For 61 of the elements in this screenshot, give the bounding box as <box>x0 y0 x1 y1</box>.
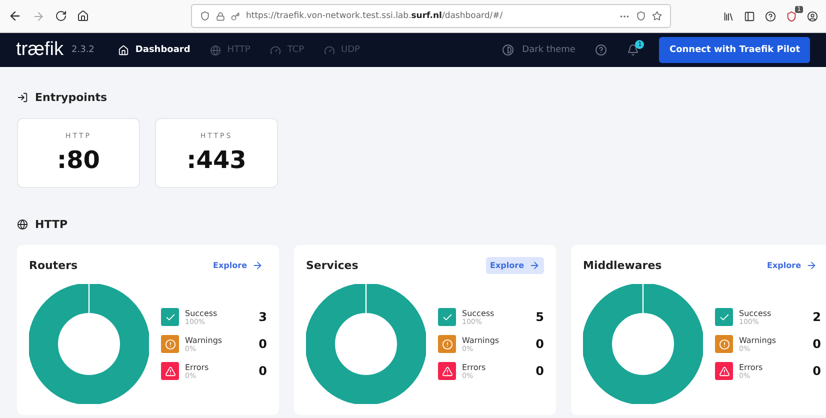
home-icon[interactable] <box>77 10 89 22</box>
gauge-icon <box>270 44 282 56</box>
exclamation-icon <box>438 335 456 353</box>
arrow-right-icon <box>252 260 263 271</box>
globe-icon <box>17 219 28 230</box>
address-bar[interactable]: https://traefik.von-network.test.ssi.lab.surf.nl/dashboard/#/ <box>191 4 671 28</box>
stat-count: 0 <box>812 337 821 351</box>
entrypoint-port: :443 <box>186 146 246 174</box>
globe-icon <box>210 44 222 56</box>
section-title: Entrypoints <box>35 91 108 104</box>
stat-count: 0 <box>258 337 267 351</box>
stat-label: Warnings <box>185 336 224 344</box>
stat-count: 2 <box>812 310 821 324</box>
stat-count: 0 <box>812 364 821 378</box>
star-icon[interactable] <box>652 11 662 21</box>
entrypoint-port: :80 <box>57 146 100 174</box>
stat-label: Warnings <box>462 336 500 344</box>
back-icon[interactable] <box>8 9 22 23</box>
stat-label: Success <box>739 308 772 318</box>
exclamation-icon <box>161 335 179 353</box>
bell-icon[interactable] <box>627 44 640 56</box>
key-icon <box>231 12 240 20</box>
card-title: Routers <box>29 259 78 272</box>
gauge-icon <box>324 44 336 56</box>
account-icon[interactable] <box>807 10 818 22</box>
stat-label: Success <box>462 308 496 318</box>
stat-count: 0 <box>536 337 544 351</box>
stat-label: Errors <box>185 362 210 372</box>
stat-label: Success <box>185 308 218 318</box>
stat-count: 0 <box>258 364 267 378</box>
theme-toggle[interactable]: Dark theme <box>502 44 576 56</box>
arrow-right-icon <box>806 260 817 271</box>
check-icon <box>715 308 733 326</box>
arrow-right-icon <box>529 260 540 271</box>
check-icon <box>438 308 456 326</box>
contrast-icon <box>502 44 514 56</box>
stat-label: Errors <box>462 362 487 372</box>
card-title: Services <box>306 259 358 272</box>
pilot-button[interactable]: Connect with Traefik Pilot <box>659 37 810 63</box>
card-title: Middlewares <box>583 259 662 272</box>
library-icon[interactable] <box>723 10 734 22</box>
shield-icon[interactable] <box>786 10 797 22</box>
stat-count: 3 <box>258 310 267 324</box>
help-icon[interactable] <box>595 44 608 56</box>
entrypoint-icon <box>17 92 28 103</box>
stat-count: 0 <box>536 364 544 378</box>
sidebar-icon[interactable] <box>744 10 755 22</box>
home-icon <box>118 44 130 56</box>
reload-icon[interactable] <box>55 10 67 22</box>
nav-link[interactable]: Dashboard <box>118 44 190 56</box>
stat-label: Warnings <box>739 336 778 344</box>
version-label: 2.3.2 <box>72 45 94 55</box>
check-icon <box>161 308 179 326</box>
lock-icon <box>216 12 225 20</box>
explore-link[interactable]: Explore <box>486 257 544 274</box>
shield-icon <box>200 11 210 21</box>
exclamation-icon <box>715 335 733 353</box>
stat-label: Errors <box>739 362 764 372</box>
stat-count: 5 <box>536 310 544 324</box>
logo[interactable]: træfik <box>16 39 64 61</box>
section-title: HTTP <box>35 218 68 231</box>
